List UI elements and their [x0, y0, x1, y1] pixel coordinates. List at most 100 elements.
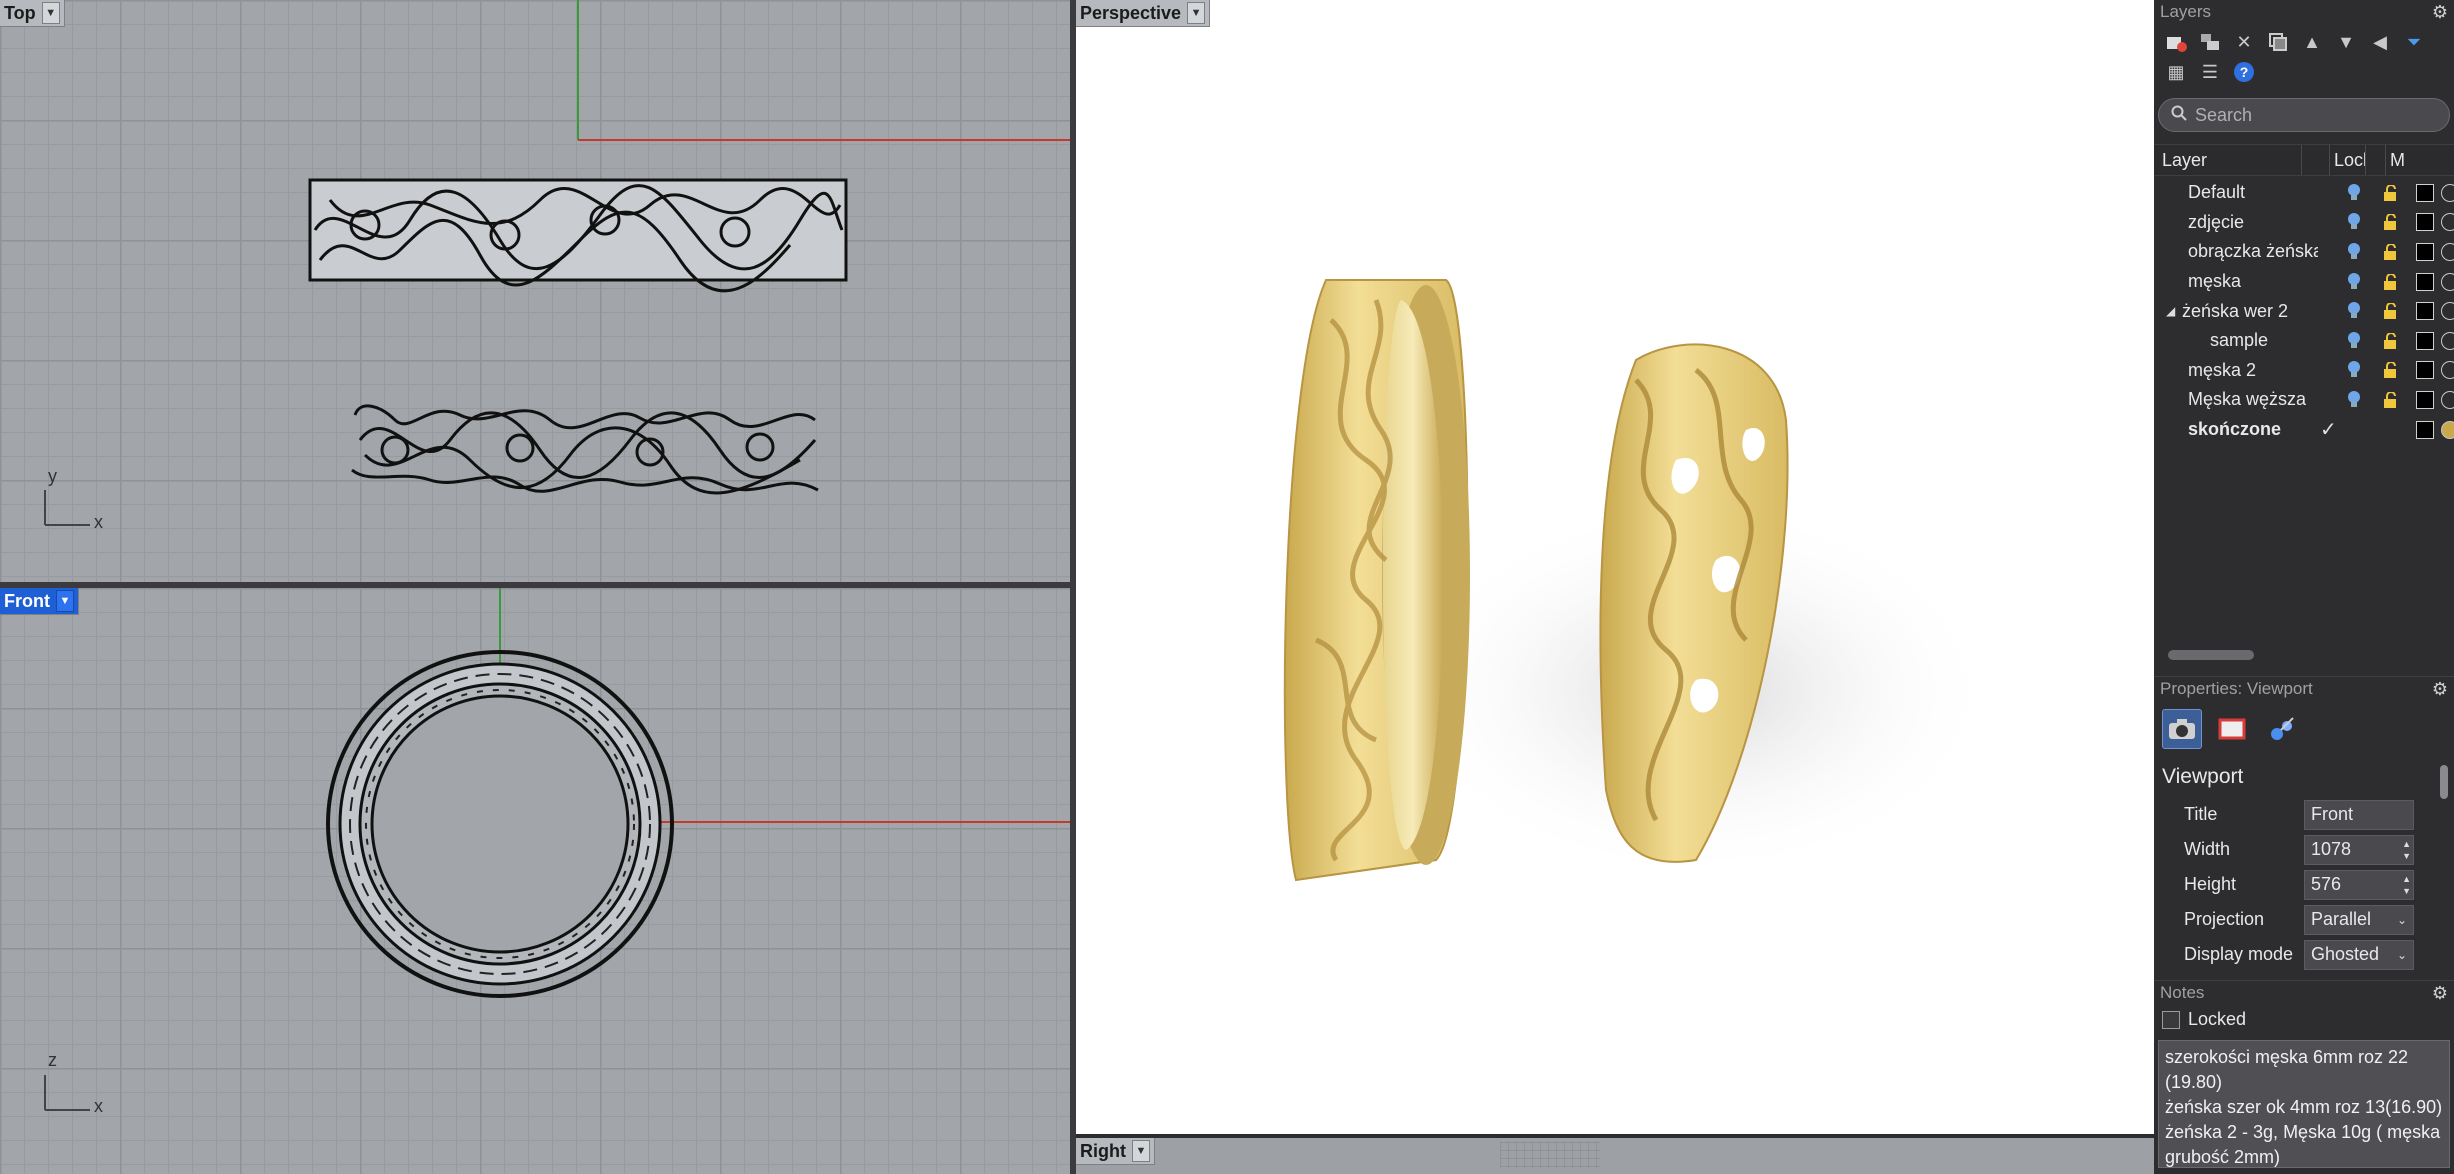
- column-layer[interactable]: Layer: [2154, 145, 2302, 175]
- move-down-icon[interactable]: ▼: [2334, 30, 2358, 54]
- material-icon[interactable]: [2441, 183, 2454, 202]
- unlocked-icon[interactable]: [2382, 243, 2398, 260]
- viewport-front-title[interactable]: Front: [4, 591, 50, 612]
- material-icon[interactable]: [2441, 390, 2454, 409]
- layer-name[interactable]: Męska węższa: [2188, 389, 2306, 410]
- layer-color-swatch[interactable]: [2416, 331, 2434, 350]
- lightbulb-icon[interactable]: [2347, 302, 2361, 320]
- lightbulb-icon[interactable]: [2347, 242, 2361, 261]
- viewport-top[interactable]: y x Top ▼: [0, 0, 1070, 582]
- display-mode-value[interactable]: Ghosted: [2311, 944, 2379, 965]
- new-layer-icon[interactable]: [2164, 30, 2188, 54]
- layer-name[interactable]: żeńska wer 2: [2182, 301, 2288, 322]
- locked-checkbox[interactable]: [2162, 1010, 2180, 1029]
- layer-name[interactable]: zdjęcie: [2188, 212, 2244, 233]
- chevron-down-icon[interactable]: ⌄: [2397, 913, 2407, 927]
- material-icon[interactable]: [2441, 213, 2454, 232]
- column-material[interactable]: M: [2386, 145, 2406, 175]
- unlocked-icon[interactable]: [2382, 184, 2398, 201]
- lightbulb-icon[interactable]: [2347, 361, 2361, 379]
- spinner-icon[interactable]: ▲ ▼: [2402, 873, 2411, 897]
- layer-row[interactable]: ◢ żeńska wer 2: [2154, 296, 2454, 326]
- unlocked-icon[interactable]: [2382, 214, 2398, 231]
- viewport-right[interactable]: Right ▼: [1076, 1138, 2154, 1174]
- viewport-right-title[interactable]: Right: [1080, 1141, 1126, 1162]
- column-color[interactable]: [2366, 145, 2386, 175]
- layer-name[interactable]: męska 2: [2188, 360, 2256, 381]
- viewport-perspective[interactable]: Perspective ▼: [1076, 0, 2154, 1134]
- notes-textarea[interactable]: szerokości męska 6mm roz 22 (19.80) żeńs…: [2158, 1040, 2450, 1168]
- layer-name[interactable]: sample: [2210, 330, 2268, 351]
- viewport-front[interactable]: z x Front ▼: [0, 588, 1070, 1174]
- list-view-icon[interactable]: ☰: [2198, 60, 2222, 84]
- display-mode-select[interactable]: Ghosted ⌄: [2304, 939, 2414, 970]
- layer-color-swatch[interactable]: [2416, 242, 2434, 261]
- viewport-menu-arrow-icon[interactable]: ▼: [1131, 1140, 1150, 1162]
- collapse-triangle-icon[interactable]: ◢: [2166, 304, 2175, 318]
- material-icon[interactable]: [2441, 331, 2454, 350]
- move-out-icon[interactable]: ◀: [2368, 30, 2392, 54]
- layer-color-swatch[interactable]: [2416, 183, 2434, 202]
- filter-icon[interactable]: ⏷: [2402, 30, 2426, 54]
- lightbulb-icon[interactable]: [2347, 331, 2361, 350]
- title-input[interactable]: Front: [2304, 799, 2414, 830]
- layer-color-swatch[interactable]: [2416, 302, 2434, 321]
- layer-name[interactable]: obrączka żeńska: [2188, 241, 2318, 262]
- chevron-down-icon[interactable]: ⌄: [2397, 948, 2407, 962]
- viewport-menu-arrow-icon[interactable]: ▼: [41, 2, 60, 24]
- duplicate-layer-icon[interactable]: [2266, 30, 2290, 54]
- properties-scrollbar[interactable]: [2440, 765, 2448, 799]
- gear-icon[interactable]: ⚙: [2432, 983, 2448, 1004]
- layer-search-input[interactable]: Search: [2158, 98, 2450, 132]
- material-icon[interactable]: [2441, 302, 2454, 321]
- layer-color-swatch[interactable]: [2416, 272, 2434, 291]
- viewport-menu-arrow-icon[interactable]: ▼: [55, 590, 74, 612]
- gear-icon[interactable]: ⚙: [2432, 2, 2448, 23]
- width-input[interactable]: 1078 ▲ ▼: [2304, 834, 2414, 865]
- camera-tab-icon[interactable]: [2162, 709, 2202, 749]
- layer-row[interactable]: męska 2: [2154, 356, 2454, 386]
- width-value[interactable]: 1078: [2311, 839, 2351, 860]
- layer-name[interactable]: Default: [2188, 182, 2245, 203]
- lightbulb-icon[interactable]: [2347, 390, 2361, 409]
- layer-color-swatch[interactable]: [2416, 213, 2434, 232]
- viewport-perspective-tab[interactable]: Perspective ▼: [1076, 0, 1211, 27]
- layer-row[interactable]: zdjęcie: [2154, 208, 2454, 238]
- viewport-menu-arrow-icon[interactable]: ▼: [1187, 2, 1206, 24]
- projection-value[interactable]: Parallel: [2311, 909, 2371, 930]
- new-sublayer-icon[interactable]: [2198, 30, 2222, 54]
- layer-row[interactable]: męska: [2154, 267, 2454, 297]
- viewport-top-title[interactable]: Top: [4, 3, 36, 24]
- layers-horizontal-scrollbar[interactable]: [2168, 650, 2254, 660]
- layer-color-swatch[interactable]: [2416, 420, 2434, 439]
- unlocked-icon[interactable]: [2382, 273, 2398, 290]
- help-icon[interactable]: ?: [2232, 60, 2256, 84]
- unlocked-icon[interactable]: [2382, 362, 2398, 379]
- move-up-icon[interactable]: ▲: [2300, 30, 2324, 54]
- gear-icon[interactable]: ⚙: [2432, 679, 2448, 700]
- layer-row[interactable]: sample: [2154, 326, 2454, 356]
- viewport-perspective-title[interactable]: Perspective: [1080, 3, 1181, 24]
- viewport-top-tab[interactable]: Top ▼: [0, 0, 65, 27]
- layer-row[interactable]: obrączka żeńska: [2154, 237, 2454, 267]
- delete-layer-icon[interactable]: ✕: [2232, 30, 2256, 54]
- layer-color-swatch[interactable]: [2416, 361, 2434, 380]
- layer-row[interactable]: Męska węższa: [2154, 385, 2454, 415]
- viewport-right-tab[interactable]: Right ▼: [1076, 1138, 1155, 1165]
- viewport-frame-tab-icon[interactable]: [2212, 709, 2252, 749]
- unlocked-icon[interactable]: [2382, 332, 2398, 349]
- layer-name[interactable]: skończone: [2188, 419, 2281, 440]
- layer-row[interactable]: Default: [2154, 178, 2454, 208]
- column-on[interactable]: [2302, 145, 2330, 175]
- grid-view-icon[interactable]: ▦: [2164, 60, 2188, 84]
- title-value[interactable]: Front: [2311, 804, 2353, 825]
- height-input[interactable]: 576 ▲ ▼: [2304, 869, 2414, 900]
- spinner-icon[interactable]: ▲ ▼: [2402, 838, 2411, 862]
- material-icon[interactable]: [2441, 420, 2454, 439]
- layer-color-swatch[interactable]: [2416, 390, 2434, 409]
- material-icon[interactable]: [2441, 272, 2454, 291]
- lightbulb-icon[interactable]: [2347, 272, 2361, 291]
- viewport-front-tab[interactable]: Front ▼: [0, 588, 79, 615]
- material-icon[interactable]: [2441, 242, 2454, 261]
- material-icon[interactable]: [2441, 361, 2454, 380]
